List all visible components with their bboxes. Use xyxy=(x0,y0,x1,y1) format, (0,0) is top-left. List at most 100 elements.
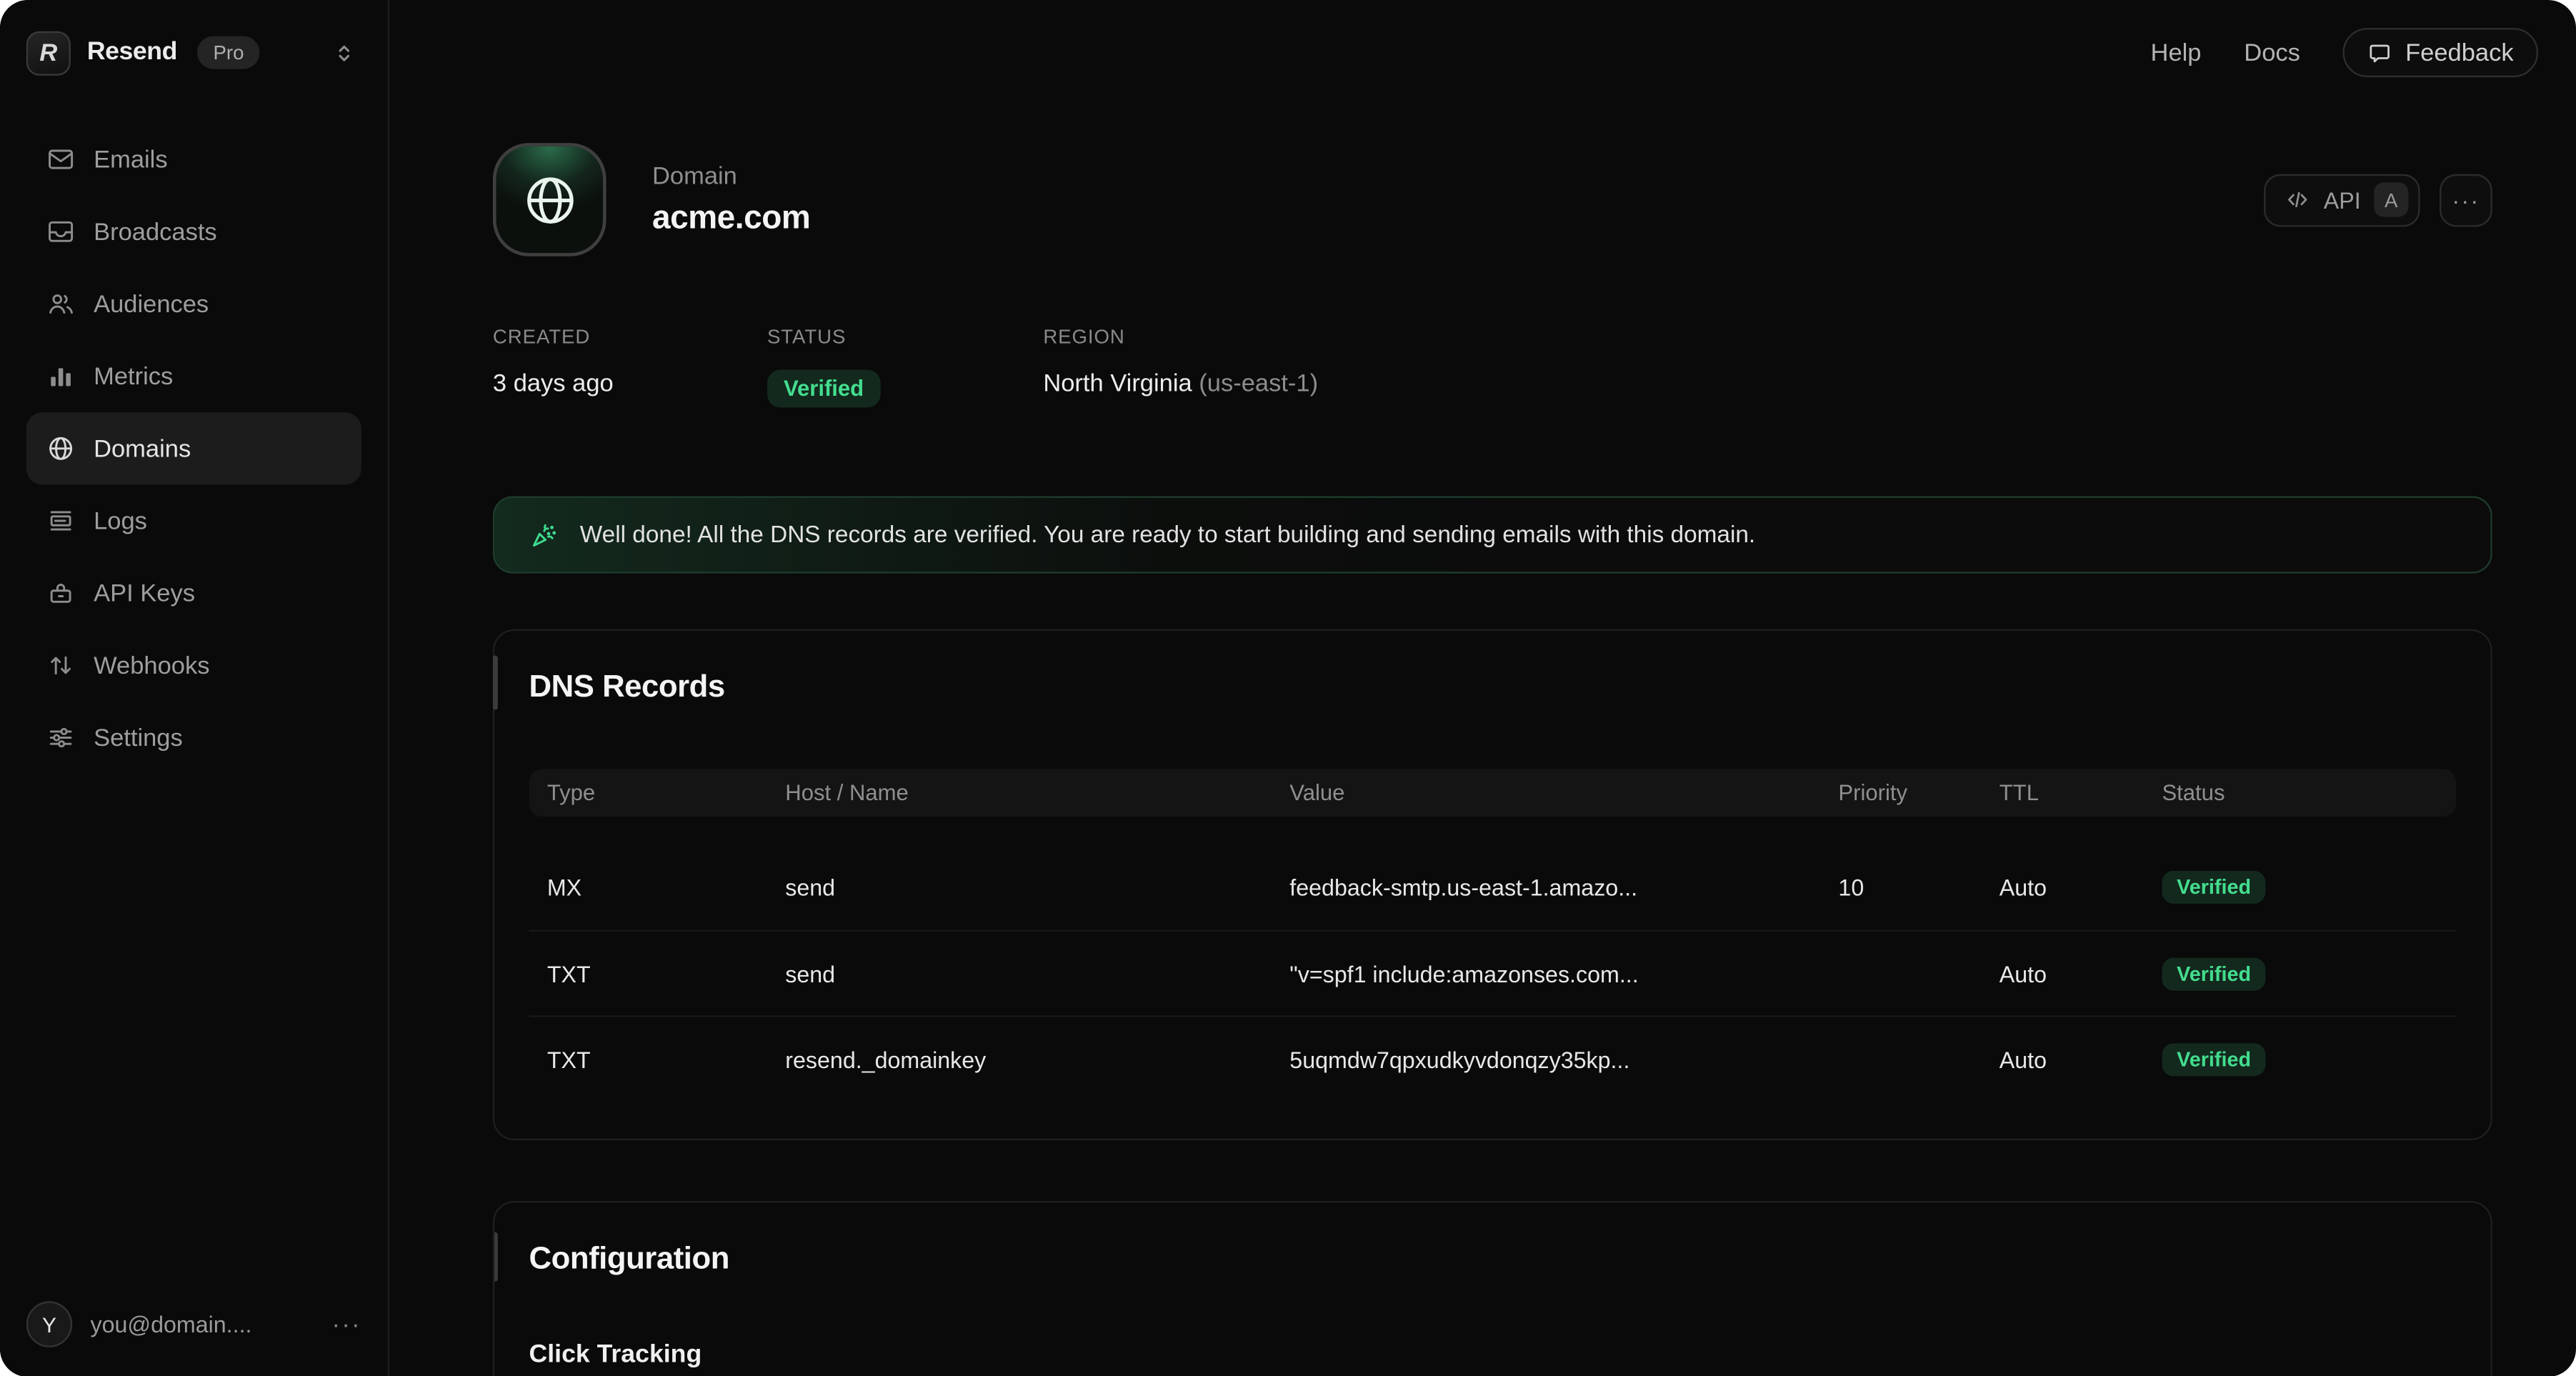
shortcut-key-badge: A xyxy=(2374,182,2408,216)
sliders-icon xyxy=(46,723,75,752)
sidebar-item-label: Logs xyxy=(94,507,147,534)
domain-header: Domain acme.com API A ··· xyxy=(493,143,2492,256)
status-badge: Verified xyxy=(767,369,880,407)
domain-meta: CREATED 3 days ago STATUS Verified REGIO… xyxy=(493,325,2492,407)
region-block: REGION North Virginia (us-east-1) xyxy=(1043,325,1318,407)
sidebar-item-webhooks[interactable]: Webhooks xyxy=(26,629,361,702)
sidebar-item-settings[interactable]: Settings xyxy=(26,702,361,774)
globe-icon xyxy=(46,434,75,463)
dns-cell-host: send xyxy=(785,960,1289,987)
region-label: REGION xyxy=(1043,325,1318,348)
dns-record-row[interactable]: TXTresend._domainkey5uqmdw7qpxudkyvdonqz… xyxy=(529,1015,2457,1101)
sidebar: R Resend Pro Emails Broadcasts Audiences Me… xyxy=(0,0,389,1376)
dns-cell-host: send xyxy=(785,874,1289,900)
chevron-updown-icon[interactable] xyxy=(325,34,361,71)
dns-cell-ttl: Auto xyxy=(2000,1046,2162,1072)
mail-icon xyxy=(46,144,75,174)
workspace-switcher[interactable]: R Resend Pro xyxy=(0,0,388,105)
more-options-button[interactable]: ··· xyxy=(2440,174,2492,226)
stage: R Resend Pro Emails Broadcasts Audiences Me… xyxy=(0,0,2576,1376)
domain-tile xyxy=(493,143,606,256)
status-block: STATUS Verified xyxy=(767,325,1043,407)
dns-table-header: TypeHost / NameValuePriorityTTLStatus xyxy=(529,769,2457,817)
domain-label: Domain xyxy=(652,162,810,190)
region-code: (us-east-1) xyxy=(1199,369,1318,397)
verified-badge: Verified xyxy=(2162,957,2265,990)
configuration-title: Configuration xyxy=(529,1242,2457,1279)
plan-badge: Pro xyxy=(197,36,261,69)
sidebar-item-emails[interactable]: Emails xyxy=(26,123,361,195)
code-icon xyxy=(2286,187,2310,211)
sidebar-item-label: Webhooks xyxy=(94,652,209,679)
sidebar-item-logs[interactable]: Logs xyxy=(26,484,361,557)
success-banner: Well done! All the DNS records are verif… xyxy=(493,497,2492,574)
sidebar-item-label: API Keys xyxy=(94,579,195,607)
region-value: North Virginia (us-east-1) xyxy=(1043,369,1318,397)
dns-cell-value: "v=spf1 include:amazonses.com... xyxy=(1289,960,1838,987)
dns-table-body: MXsendfeedback-smtp.us-east-1.amazo...10… xyxy=(529,844,2457,1101)
resend-logo: R xyxy=(26,31,71,75)
metrics-icon xyxy=(46,362,75,391)
dns-record-row[interactable]: TXTsend"v=spf1 include:amazonses.com... A… xyxy=(529,930,2457,1016)
audiences-icon xyxy=(46,289,75,319)
dns-cell-value: 5uqmdw7qpxudkyvdonqzy35kp... xyxy=(1289,1046,1838,1072)
domain-name: acme.com xyxy=(652,199,810,237)
dns-col-header: Priority xyxy=(1838,780,1999,804)
dns-col-header: Host / Name xyxy=(785,780,1289,804)
sidebar-item-broadcasts[interactable]: Broadcasts xyxy=(26,196,361,268)
dns-col-header: Status xyxy=(2162,780,2437,804)
party-popper-icon xyxy=(529,520,559,549)
dns-cell-status: Verified xyxy=(2162,957,2437,990)
sidebar-item-label: Audiences xyxy=(94,290,209,318)
dns-cell-value: feedback-smtp.us-east-1.amazo... xyxy=(1289,874,1838,900)
card-accent-bar xyxy=(493,1232,498,1282)
resend-app-window: R Resend Pro Emails Broadcasts Audiences Me… xyxy=(0,0,2576,1376)
user-email: you@domain.... xyxy=(90,1311,251,1337)
sidebar-item-api-keys[interactable]: API Keys xyxy=(26,557,361,629)
dns-cell-status: Verified xyxy=(2162,1042,2437,1075)
sidebar-item-label: Broadcasts xyxy=(94,218,217,246)
sidebar-item-metrics[interactable]: Metrics xyxy=(26,340,361,412)
dns-records-title: DNS Records xyxy=(529,670,2457,707)
sidebar-item-domains[interactable]: Domains xyxy=(26,412,361,484)
avatar: Y xyxy=(26,1301,72,1347)
api-button-label: API xyxy=(2324,186,2361,213)
sidebar-item-label: Settings xyxy=(94,724,183,752)
verified-badge: Verified xyxy=(2162,1042,2265,1075)
lock-icon xyxy=(46,579,75,608)
broadcast-icon xyxy=(46,217,75,246)
banner-message: Well done! All the DNS records are verif… xyxy=(580,522,1755,548)
brand-name: Resend xyxy=(87,38,177,67)
sidebar-item-label: Metrics xyxy=(94,362,173,390)
dns-col-header: Type xyxy=(547,780,785,804)
dns-cell-ttl: Auto xyxy=(2000,960,2162,987)
dns-records-card: DNS Records TypeHost / NameValuePriority… xyxy=(493,629,2492,1140)
dns-cell-host: resend._domainkey xyxy=(785,1046,1289,1072)
domain-titles: Domain acme.com xyxy=(652,162,810,238)
sidebar-item-label: Emails xyxy=(94,146,168,174)
dns-cell-ttl: Auto xyxy=(2000,874,2162,900)
dns-record-row[interactable]: MXsendfeedback-smtp.us-east-1.amazo...10… xyxy=(529,844,2457,930)
created-block: CREATED 3 days ago xyxy=(493,325,767,407)
dns-cell-status: Verified xyxy=(2162,871,2437,904)
created-label: CREATED xyxy=(493,325,767,348)
verified-badge: Verified xyxy=(2162,871,2265,904)
sidebar-item-label: Domains xyxy=(94,434,191,462)
dns-col-header: TTL xyxy=(2000,780,2162,804)
dns-col-header: Value xyxy=(1289,780,1838,804)
user-menu[interactable]: Y you@domain.... ··· xyxy=(0,1278,388,1376)
dns-cell-type: MX xyxy=(547,874,785,900)
logs-icon xyxy=(46,506,75,535)
user-menu-ellipsis-icon[interactable]: ··· xyxy=(332,1310,361,1338)
dns-cell-priority: 10 xyxy=(1838,874,1999,900)
sidebar-item-audiences[interactable]: Audiences xyxy=(26,268,361,340)
header-actions: API A ··· xyxy=(2265,174,2492,226)
arrows-icon xyxy=(46,651,75,680)
api-button[interactable]: API A xyxy=(2265,174,2420,226)
globe-icon xyxy=(520,170,579,229)
created-value: 3 days ago xyxy=(493,369,767,397)
status-label: STATUS xyxy=(767,325,1043,348)
main-content: Domain acme.com API A ··· CREATED 3 days… xyxy=(389,0,2576,1376)
configuration-card: Configuration Click Tracking xyxy=(493,1201,2492,1376)
dns-cell-type: TXT xyxy=(547,960,785,987)
